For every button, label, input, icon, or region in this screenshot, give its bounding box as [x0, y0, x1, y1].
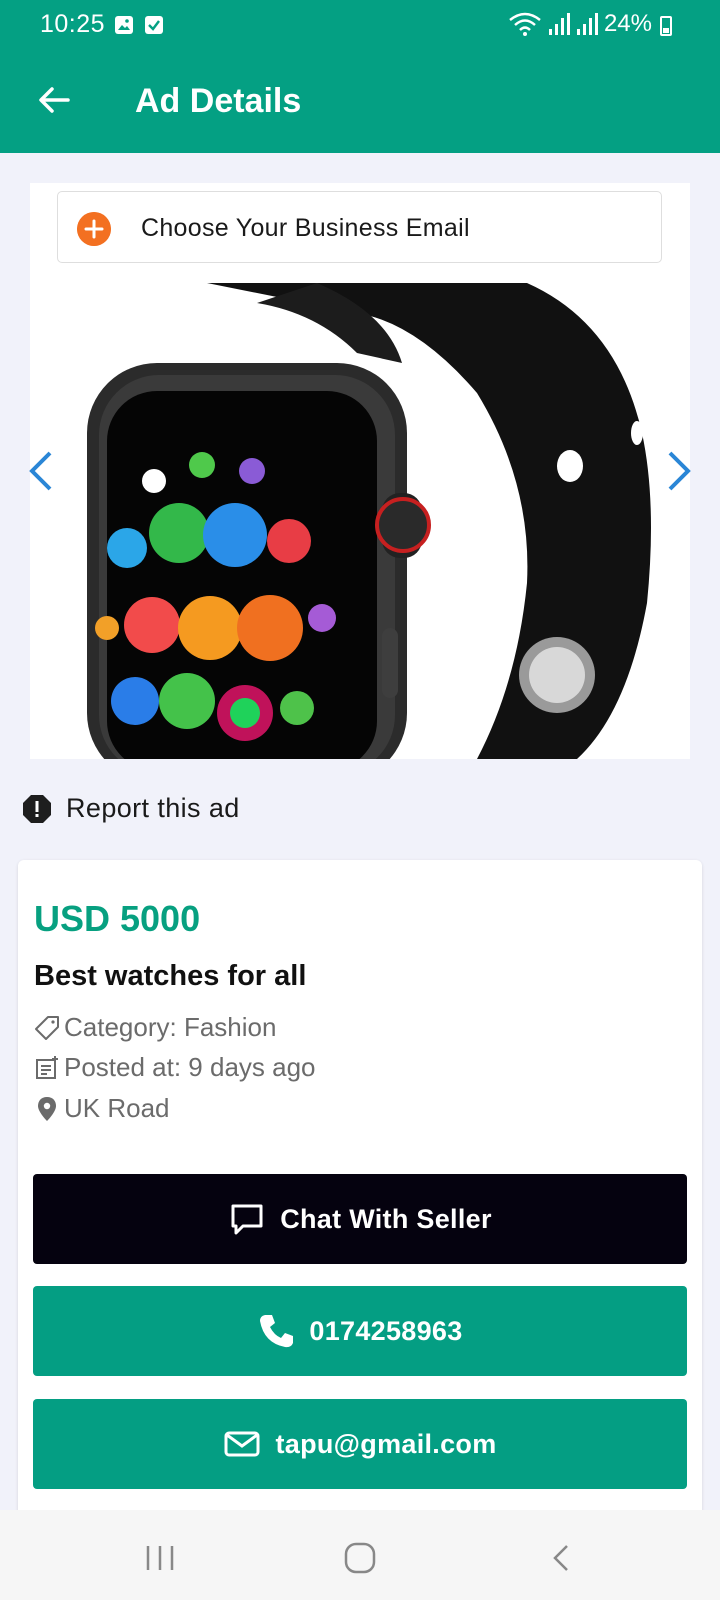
location-text: UK Road [64, 1093, 170, 1123]
recents-icon[interactable] [142, 1540, 178, 1576]
plus-icon [77, 212, 111, 246]
signal-icon [548, 13, 570, 35]
chat-icon [231, 1204, 263, 1235]
phone-number: 0174258963 [309, 1315, 463, 1346]
ad-location: UK Road [34, 1093, 170, 1124]
business-email-banner[interactable]: Choose Your Business Email [57, 191, 662, 263]
tag-icon [35, 1015, 59, 1040]
posted-text: Posted at: 9 days ago [64, 1052, 316, 1082]
check-icon [145, 16, 163, 34]
call-seller-button[interactable]: 0174258963 [33, 1286, 687, 1376]
posted-icon [36, 1055, 58, 1079]
chevron-left-icon[interactable] [26, 447, 56, 495]
business-email-label: Choose Your Business Email [141, 214, 470, 242]
email-seller-button[interactable]: tapu@gmail.com [33, 1399, 687, 1489]
ad-posted: Posted at: 9 days ago [34, 1052, 316, 1083]
back-icon[interactable] [545, 1540, 581, 1576]
home-icon[interactable] [342, 1540, 378, 1576]
signal-icon [576, 13, 598, 35]
status-bar: 10:25 24% [0, 0, 720, 52]
category-text: Category: Fashion [64, 1012, 277, 1042]
status-time: 10:25 [40, 10, 106, 38]
mail-icon [224, 1431, 260, 1457]
product-image[interactable] [57, 283, 662, 759]
warning-icon [23, 794, 51, 823]
report-ad-label: Report this ad [66, 793, 240, 823]
report-ad-link[interactable]: Report this ad [22, 793, 240, 824]
image-gallery[interactable]: Choose Your Business Email [30, 183, 690, 759]
battery-icon [660, 16, 672, 36]
status-right: 24% [508, 10, 652, 38]
page-title: Ad Details [135, 82, 302, 120]
back-arrow-icon[interactable] [36, 82, 72, 118]
seller-email: tapu@gmail.com [275, 1428, 497, 1459]
battery-percent: 24% [603, 10, 652, 37]
ad-price: USD 5000 [34, 898, 201, 939]
chat-button-label: Chat With Seller [280, 1203, 492, 1234]
location-pin-icon [38, 1096, 56, 1121]
chat-with-seller-button[interactable]: Chat With Seller [33, 1174, 687, 1264]
ad-title: Best watches for all [34, 960, 307, 992]
chevron-right-icon[interactable] [664, 447, 694, 495]
gallery-icon [115, 16, 133, 34]
ad-details-card: USD 5000 Best watches for all Category: … [18, 860, 702, 1520]
wifi-icon [509, 12, 541, 36]
phone-icon [260, 1315, 294, 1348]
system-nav-bar [0, 1510, 720, 1600]
app-bar: Ad Details [0, 52, 720, 153]
ad-category: Category: Fashion [34, 1012, 276, 1043]
